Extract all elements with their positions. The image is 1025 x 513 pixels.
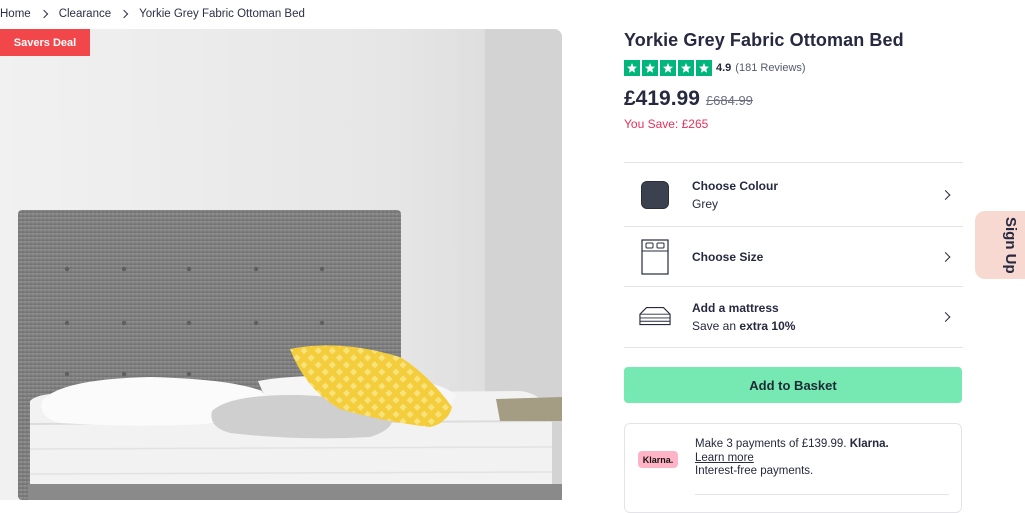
breadcrumb-home-link[interactable]: Home [0, 8, 31, 20]
product-options: Choose Colour Grey Choose Size Add a mat… [624, 162, 963, 348]
bed-size-icon [639, 238, 671, 275]
add-mattress-option[interactable]: Add a mattress Save an extra 10% [624, 286, 963, 348]
klarna-interest-free: Interest-free payments. [695, 465, 814, 477]
klarna-brand: Klarna. [849, 438, 889, 450]
was-price: £684.99 [705, 93, 753, 108]
chevron-right-icon [940, 251, 951, 262]
divider [695, 494, 949, 495]
rating-row[interactable]: 4.9 (181 Reviews) [624, 59, 964, 77]
review-count[interactable]: (181 Reviews) [735, 62, 805, 74]
star-icon [660, 60, 676, 76]
choose-size-option[interactable]: Choose Size [624, 226, 963, 286]
product-title: Yorkie Grey Fabric Ottoman Bed [624, 30, 904, 50]
star-icon [678, 60, 694, 76]
chevron-right-icon [940, 312, 951, 322]
add-mattress-label: Add a mattress [692, 301, 779, 315]
breadcrumb: Home Clearance Yorkie Grey Fabric Ottoma… [0, 8, 305, 20]
add-to-basket-button[interactable]: Add to Basket [624, 367, 962, 403]
sign-up-tab[interactable]: Sign Up [975, 211, 1025, 279]
sign-up-label: Sign Up [1002, 216, 1019, 274]
choose-size-label: Choose Size [692, 249, 764, 264]
price-row: £419.99 £684.99 [624, 87, 964, 111]
klarna-text: Make 3 payments of £139.99. Klarna. Lear… [695, 438, 889, 479]
mattress-icon [639, 305, 671, 329]
choose-colour-label: Choose Colour [692, 178, 778, 193]
current-price: £419.99 [624, 87, 700, 110]
star-icon [642, 60, 658, 76]
savers-deal-badge: Savers Deal [0, 29, 90, 56]
selected-colour: Grey [692, 196, 719, 211]
chevron-right-icon [39, 9, 48, 19]
trustpilot-stars [624, 60, 712, 76]
colour-swatch [641, 180, 669, 209]
breadcrumb-clearance-link[interactable]: Clearance [59, 8, 111, 20]
product-info: Yorkie Grey Fabric Ottoman Bed 4.9 (181 … [624, 30, 964, 131]
klarna-learn-more-link[interactable]: Learn more [695, 452, 889, 466]
chevron-right-icon [119, 9, 129, 19]
klarna-payments-line: Make 3 payments of £139.99. [695, 438, 847, 450]
you-save: You Save: £265 [624, 117, 709, 131]
product-image[interactable] [0, 29, 562, 500]
star-icon [624, 60, 640, 76]
breadcrumb-current: Yorkie Grey Fabric Ottoman Bed [139, 8, 305, 20]
rating-value: 4.9 [716, 62, 732, 74]
choose-colour-option[interactable]: Choose Colour Grey [624, 162, 963, 226]
klarna-logo: Klarna. [638, 451, 678, 468]
star-icon [696, 60, 712, 76]
chevron-right-icon [940, 189, 951, 200]
mattress-offer: Save an extra 10% [692, 319, 796, 333]
colour-swatch-icon [639, 180, 671, 209]
